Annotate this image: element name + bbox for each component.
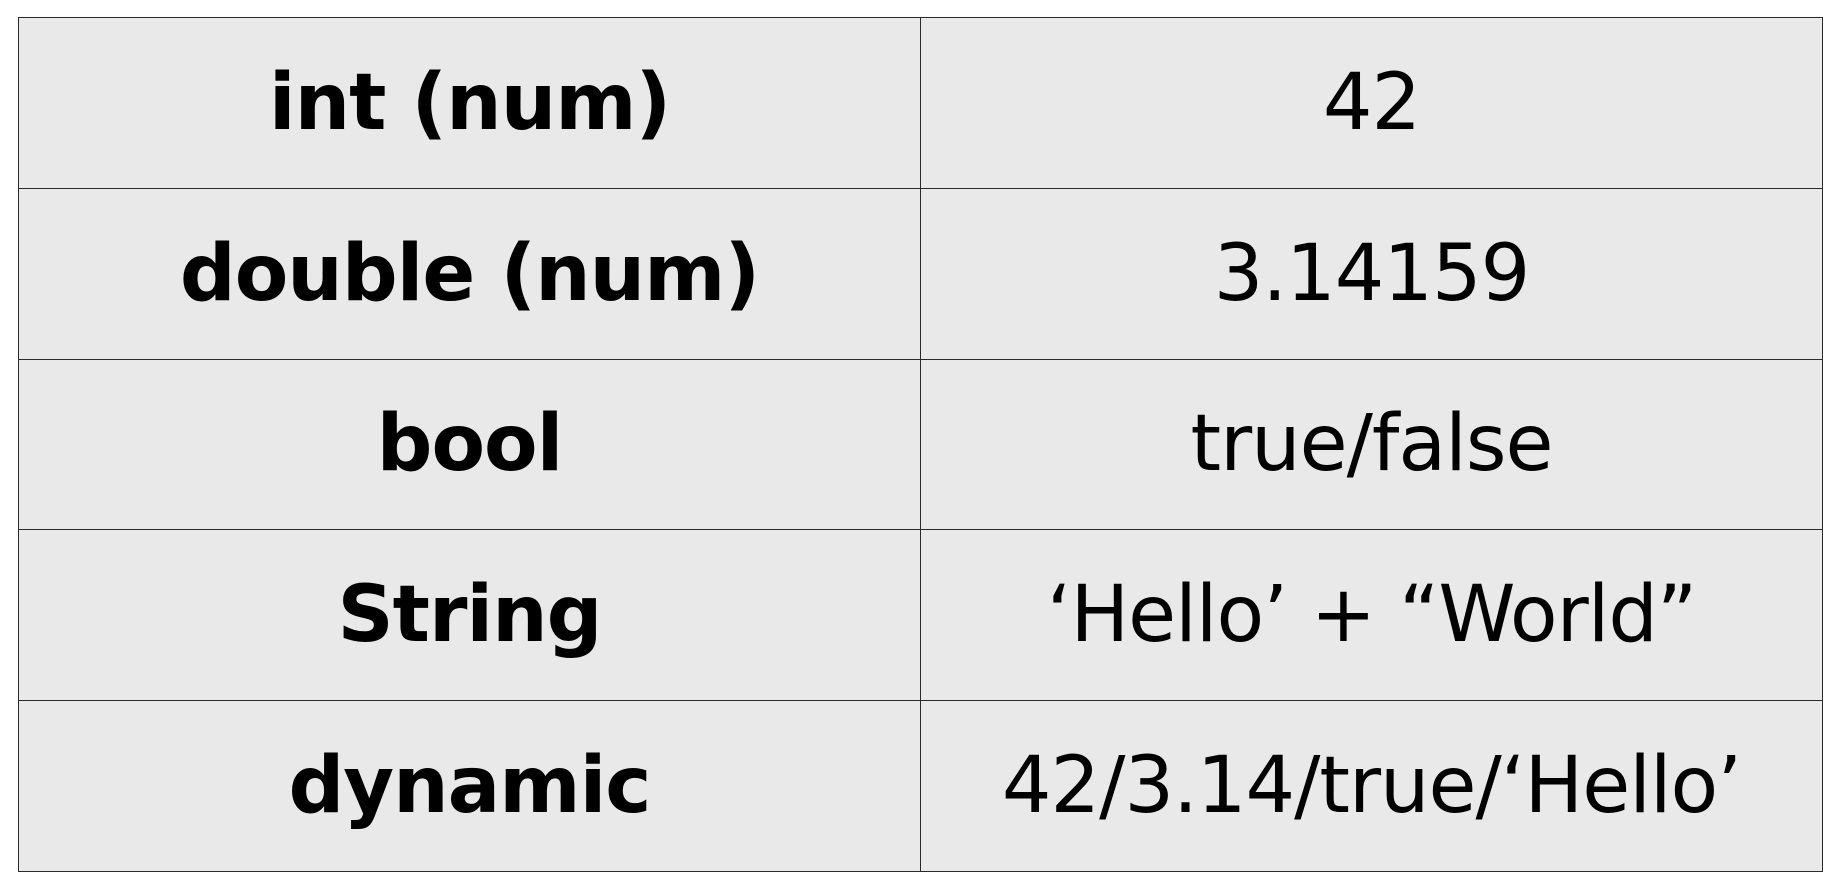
type-cell-int: int (num) [18,17,921,189]
type-cell-dynamic: dynamic [18,700,921,872]
value-cell-dynamic: 42/3.14/true/‘Hello’ [920,700,1823,872]
table-row: double (num) 3.14159 [18,187,1823,360]
table-row: dynamic 42/3.14/true/‘Hello’ [18,700,1823,872]
value-cell-double: 3.14159 [920,187,1823,360]
type-cell-double: double (num) [18,187,921,360]
data-types-table: int (num) 42 double (num) 3.14159 bool t… [18,17,1823,872]
value-cell-string: ‘Hello’ + “World” [920,529,1823,702]
data-types-table-container: int (num) 42 double (num) 3.14159 bool t… [18,17,1823,872]
type-cell-bool: bool [18,358,921,531]
value-cell-int: 42 [920,17,1823,189]
type-cell-string: String [18,529,921,702]
table-row: bool true/false [18,358,1823,531]
value-cell-bool: true/false [920,358,1823,531]
table-row: int (num) 42 [18,17,1823,189]
table-row: String ‘Hello’ + “World” [18,529,1823,702]
